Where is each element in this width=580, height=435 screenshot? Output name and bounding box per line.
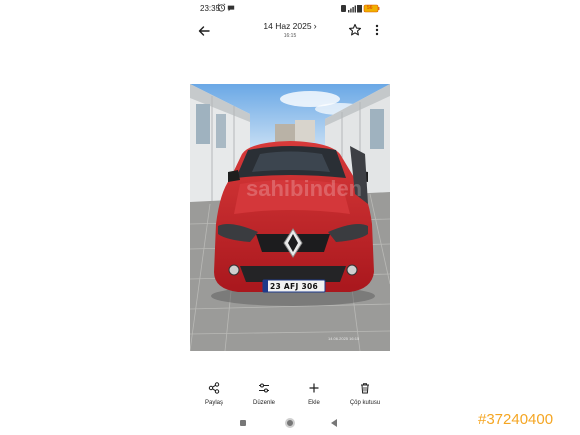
edit-button[interactable]: Düzenle (239, 382, 289, 412)
add-button[interactable]: Ekle (289, 382, 339, 412)
car-photo-image (190, 84, 390, 351)
home-icon[interactable] (285, 418, 295, 428)
photo-stamp: 14.06.2025 16:15 (328, 336, 360, 341)
plus-icon (309, 383, 319, 393)
chevron-right-icon: › (313, 21, 317, 31)
signal-icons (341, 4, 380, 13)
share-label: Paylaş (204, 400, 223, 406)
message-icon (227, 5, 235, 12)
more-vert-icon[interactable] (372, 23, 382, 37)
add-label: Ekle (308, 400, 320, 406)
photo-watermark: sahibinden (246, 176, 363, 201)
listing-id: #37240400 (478, 411, 554, 428)
trash-icon (361, 383, 369, 394)
license-plate: 23 AFJ 306 (269, 282, 319, 291)
arrow-left-icon[interactable] (196, 23, 212, 39)
photo-date: 14 Haz 2025 (263, 21, 312, 31)
edit-label: Düzenle (252, 400, 275, 406)
share-button[interactable]: Paylaş (189, 382, 239, 412)
share-icon (208, 382, 220, 394)
battery-level: 56 (367, 5, 373, 11)
star-outline-icon[interactable] (348, 23, 362, 37)
car-photo[interactable]: sahibinden 23 AFJ 306 14.06.2025 16:15 (190, 84, 390, 351)
tune-icon (259, 383, 269, 393)
back-triangle-icon[interactable] (331, 419, 337, 427)
recents-icon[interactable] (240, 420, 246, 426)
alarm-icon (217, 3, 226, 12)
photo-date-title[interactable]: 14 Haz 2025 › (249, 21, 331, 31)
trash-button[interactable]: Çöp kutusu (340, 382, 390, 412)
photo-time: 16:15 (283, 33, 297, 39)
status-bar: 23:35 56 (0, 0, 580, 18)
trash-label: Çöp kutusu (349, 400, 381, 406)
